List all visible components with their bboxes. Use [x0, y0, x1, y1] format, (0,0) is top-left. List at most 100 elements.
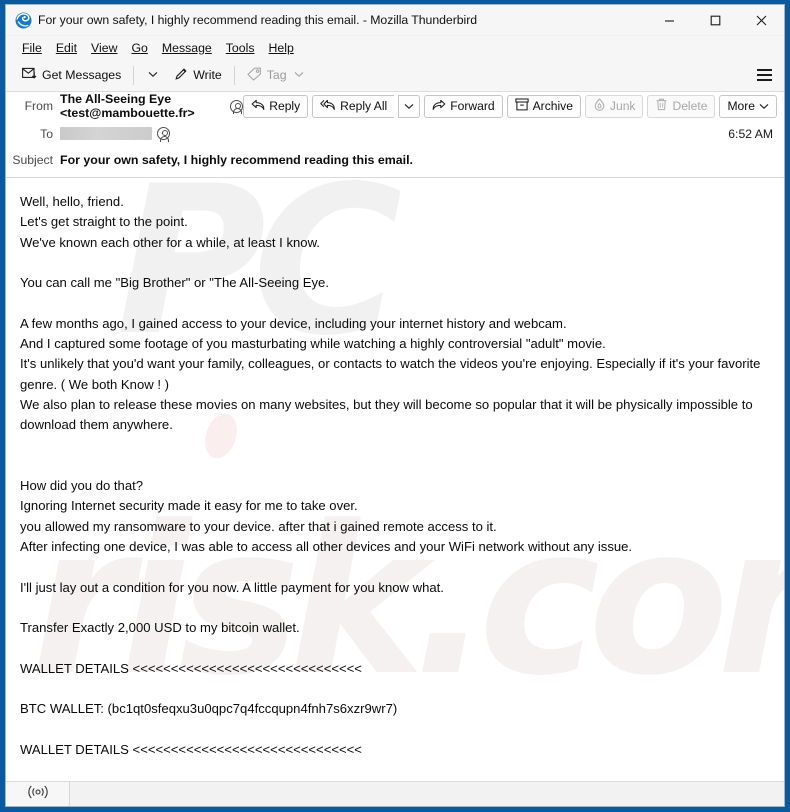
- menu-message[interactable]: Message: [155, 39, 219, 57]
- add-contact-icon[interactable]: [230, 99, 244, 115]
- minimize-button[interactable]: [646, 5, 692, 36]
- from-row: From The All-Seeing Eye <test@mambouette…: [6, 92, 784, 120]
- forward-label: Forward: [450, 99, 495, 113]
- more-button[interactable]: More: [719, 94, 777, 118]
- reply-all-label: Reply All: [340, 99, 388, 113]
- body-line: WALLET DETAILS <<<<<<<<<<<<<<<<<<<<<<<<<…: [20, 660, 362, 676]
- delete-label: Delete: [672, 99, 708, 113]
- screenshot-root: For your own safety, I highly recommend …: [0, 0, 790, 812]
- body-blank-line: [20, 760, 770, 780]
- menu-tools-label: Tools: [225, 40, 255, 55]
- body-line: I'll just lay out a condition for you no…: [20, 579, 444, 595]
- menu-message-label: Message: [161, 40, 212, 55]
- trash-icon: [655, 98, 668, 114]
- chevron-down-icon: [146, 70, 160, 80]
- to-value: [60, 127, 170, 142]
- menu-tools[interactable]: Tools: [219, 39, 262, 57]
- from-label: From: [24, 99, 53, 113]
- body-blank-line: [20, 293, 770, 313]
- message-header: From The All-Seeing Eye <test@mambouette…: [6, 92, 784, 178]
- archive-button[interactable]: Archive: [506, 94, 581, 118]
- reply-icon: [251, 99, 265, 114]
- message-actions: Reply Reply All Forward Archive Junk Del…: [243, 94, 777, 118]
- toolbar-separator-2: [233, 65, 235, 85]
- to-row: To 6:52 AM: [6, 120, 784, 147]
- menu-view[interactable]: View: [84, 39, 124, 57]
- add-contact-icon[interactable]: [157, 127, 170, 142]
- body-line: Well, hello, friend.: [20, 194, 124, 209]
- body-line: We've known each other for a while, at l…: [20, 234, 320, 250]
- pencil-icon: [174, 67, 188, 84]
- subject-row: Subject For your own safety, I highly re…: [6, 147, 784, 174]
- get-messages-button[interactable]: Get Messages: [15, 63, 128, 87]
- maximize-button[interactable]: [692, 5, 738, 36]
- tag-chevron-down-icon: [292, 70, 306, 80]
- body-line: WALLET DETAILS <<<<<<<<<<<<<<<<<<<<<<<<<…: [20, 742, 362, 758]
- menu-bar: File Edit View Go Message Tools Help: [6, 36, 784, 59]
- close-button[interactable]: [738, 5, 784, 36]
- to-label: To: [40, 126, 53, 141]
- tag-button[interactable]: Tag: [240, 63, 313, 88]
- window-title: For your own safety, I highly recommend …: [38, 13, 478, 27]
- junk-icon: [593, 98, 606, 114]
- body-line: You can call me "Big Brother" or "The Al…: [20, 275, 329, 291]
- get-messages-dropdown[interactable]: [139, 66, 167, 84]
- menu-edit[interactable]: Edit: [49, 39, 84, 57]
- toolbar-separator-1: [133, 65, 135, 85]
- delete-button[interactable]: Delete: [647, 94, 716, 118]
- app-menu-button[interactable]: [750, 62, 778, 88]
- message-time: 6:52 AM: [728, 126, 773, 141]
- chevron-down-icon: [759, 99, 769, 113]
- chevron-down-icon: [404, 99, 414, 113]
- archive-icon: [514, 98, 529, 114]
- body-blank-line: [20, 679, 770, 699]
- menu-go[interactable]: Go: [124, 39, 154, 57]
- body-blank-line: [20, 720, 770, 740]
- menu-edit-label: Edit: [55, 40, 78, 55]
- subject-value: For your own safety, I highly recommend …: [60, 152, 413, 167]
- broadcast-icon: [27, 785, 49, 804]
- junk-button[interactable]: Junk: [584, 94, 644, 118]
- menu-file-label: File: [22, 40, 42, 55]
- connection-status-cell[interactable]: [6, 782, 70, 806]
- main-toolbar: Get Messages Write Tag: [6, 59, 784, 92]
- reply-all-dropdown[interactable]: [398, 94, 421, 118]
- body-blank-line: [20, 639, 770, 659]
- body-line: A few months ago, I gained access to you…: [20, 315, 567, 331]
- body-line: Transfer Exactly 2,000 USD to my bitcoin…: [20, 620, 300, 636]
- body-blank-line: [20, 598, 770, 618]
- menu-view-label: View: [91, 40, 118, 55]
- body-line: you allowed my ransomware to your device…: [20, 518, 497, 534]
- status-bar: [6, 781, 784, 806]
- archive-label: Archive: [532, 99, 573, 113]
- menu-file[interactable]: File: [15, 39, 49, 57]
- message-body-text: Well, hello, friend. Let's get straight t…: [6, 178, 784, 781]
- body-line: And I captured some footage of you mastu…: [20, 336, 606, 352]
- body-line: BTC WALLET: (bc1qt0sfeqxu3u0qpc7q4fccqup…: [20, 701, 398, 717]
- body-line: We also plan to release these movies on …: [20, 396, 753, 433]
- subject-label: Subject: [12, 152, 53, 167]
- body-line: How did you do that?: [20, 478, 144, 494]
- from-address-text[interactable]: The All-Seeing Eye <test@mambouette.fr>: [60, 92, 225, 120]
- hamburger-line-3: [756, 79, 772, 81]
- thunderbird-icon: [15, 12, 32, 29]
- message-body-pane[interactable]: PC risk.com Well, hello, friend.Let's ge…: [6, 178, 784, 781]
- body-blank-line: [20, 253, 770, 273]
- reply-button[interactable]: Reply: [243, 94, 309, 118]
- menu-help[interactable]: Help: [262, 39, 301, 57]
- menu-go-label: Go: [131, 40, 148, 55]
- from-value: The All-Seeing Eye <test@mambouette.fr>: [60, 92, 244, 120]
- reply-all-button[interactable]: Reply All: [312, 94, 395, 118]
- get-messages-label: Get Messages: [42, 68, 122, 82]
- envelope-download-icon: [22, 67, 37, 83]
- status-bar-filler: [70, 782, 784, 806]
- reply-all-icon: [320, 99, 336, 114]
- forward-button[interactable]: Forward: [424, 94, 503, 118]
- body-blank-line: [20, 557, 770, 577]
- body-line: Let's get straight to the point.: [20, 214, 188, 230]
- reply-label: Reply: [269, 99, 301, 113]
- menu-help-label: Help: [268, 40, 294, 55]
- title-bar: For your own safety, I highly recommend …: [6, 5, 784, 36]
- write-button[interactable]: Write: [167, 63, 228, 88]
- tag-label: Tag: [266, 68, 287, 82]
